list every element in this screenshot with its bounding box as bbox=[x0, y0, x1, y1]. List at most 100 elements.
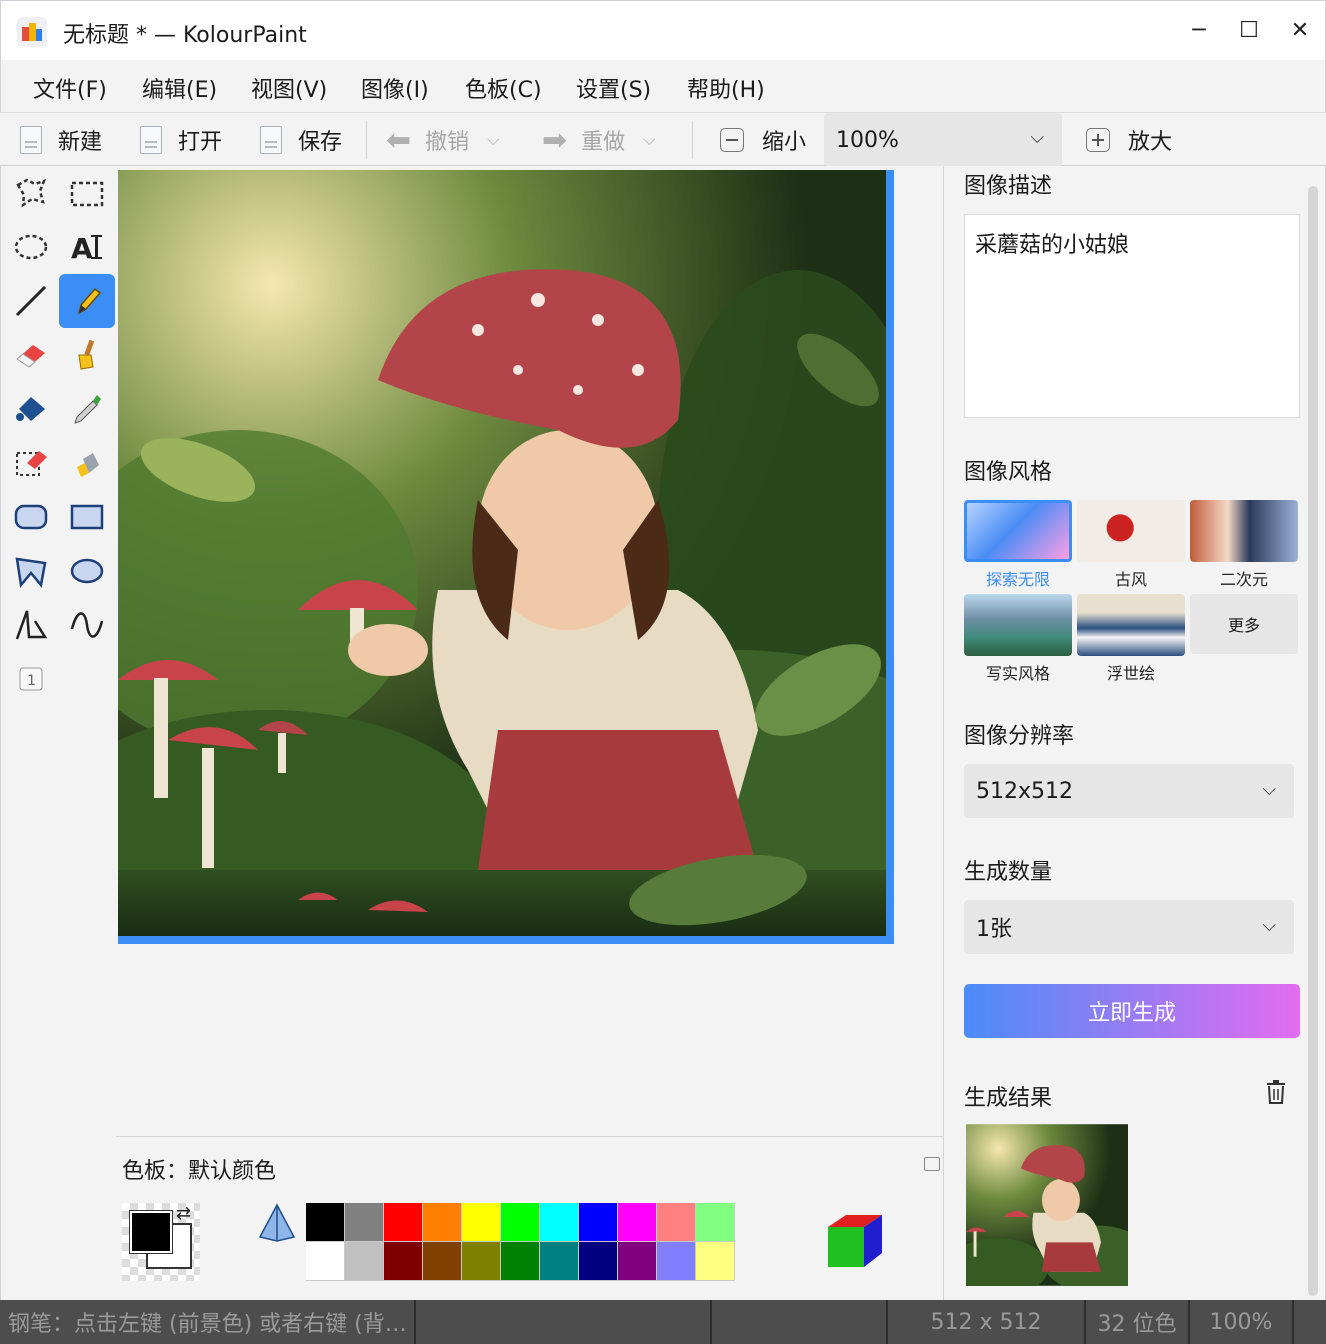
elliptical-selection-tool[interactable] bbox=[3, 220, 59, 274]
count-select[interactable]: 1张 ⌵ bbox=[964, 900, 1294, 954]
free-form-selection-tool[interactable] bbox=[3, 166, 59, 220]
redo-dropdown-icon[interactable]: ⌵ bbox=[643, 130, 655, 150]
menu-image[interactable]: 图像(I) bbox=[361, 72, 429, 104]
polygon-tool[interactable] bbox=[3, 544, 59, 598]
new-label: 新建 bbox=[58, 130, 103, 155]
color-swatch[interactable] bbox=[696, 1203, 735, 1242]
color-swatch[interactable] bbox=[501, 1242, 540, 1281]
color-swatch[interactable] bbox=[579, 1242, 618, 1281]
save-button[interactable]: 保存 bbox=[260, 113, 342, 167]
side-panel-scrollbar[interactable] bbox=[1308, 186, 1318, 1296]
trash-icon[interactable] bbox=[1266, 1080, 1286, 1108]
open-button[interactable]: 打开 bbox=[140, 113, 222, 167]
color-swatch[interactable] bbox=[306, 1242, 345, 1281]
undo-label: 撤销 bbox=[425, 130, 470, 155]
color-swatch[interactable] bbox=[618, 1203, 657, 1242]
color-fill-tool[interactable] bbox=[3, 382, 59, 436]
style-card-ukiyoe[interactable]: 浮世绘 bbox=[1077, 594, 1185, 684]
menu-file[interactable]: 文件(F) bbox=[33, 72, 107, 104]
generated-result-thumbnail[interactable] bbox=[966, 1124, 1128, 1286]
color-swatch[interactable] bbox=[345, 1242, 384, 1281]
zoom-level-select[interactable]: 100% ⌵ bbox=[824, 113, 1062, 167]
window-title: 无标题 * — KolourPaint bbox=[63, 23, 307, 48]
color-cube-icon[interactable] bbox=[824, 1211, 886, 1277]
menu-edit[interactable]: 编辑(E) bbox=[142, 72, 217, 104]
color-swatch[interactable] bbox=[384, 1203, 423, 1242]
dock-float-icon[interactable] bbox=[924, 1157, 940, 1171]
brush-tool[interactable] bbox=[59, 328, 115, 382]
color-swatch[interactable] bbox=[540, 1203, 579, 1242]
color-swatch[interactable] bbox=[462, 1242, 501, 1281]
line-tool[interactable] bbox=[3, 274, 59, 328]
eraser-tool[interactable] bbox=[3, 328, 59, 382]
more-styles-button[interactable]: 更多 bbox=[1190, 594, 1298, 654]
undo-button[interactable]: ⬅ 撤销 ⌵ bbox=[386, 113, 499, 167]
color-swatch[interactable] bbox=[384, 1242, 423, 1281]
rectangular-selection-tool[interactable] bbox=[59, 166, 115, 220]
spraycan-tool[interactable] bbox=[59, 436, 115, 490]
text-tool[interactable]: A bbox=[59, 220, 115, 274]
color-swatch[interactable] bbox=[501, 1203, 540, 1242]
color-swatch[interactable] bbox=[579, 1203, 618, 1242]
kolourpaint-app-icon[interactable] bbox=[17, 17, 47, 47]
palette-title: 色板：默认颜色 bbox=[122, 1159, 277, 1184]
minimize-button[interactable]: ─ bbox=[1177, 11, 1221, 51]
new-button[interactable]: 新建 bbox=[20, 113, 102, 167]
menu-view[interactable]: 视图(V) bbox=[251, 72, 327, 104]
zoom-in-icon bbox=[1086, 128, 1110, 152]
description-textarea[interactable]: 采蘑菇的小姑娘 bbox=[964, 214, 1300, 418]
connected-lines-tool[interactable] bbox=[3, 598, 59, 652]
foreground-color[interactable] bbox=[129, 1210, 173, 1254]
mushroom-girl-artwork bbox=[118, 170, 886, 936]
menu-help[interactable]: 帮助(H) bbox=[687, 72, 765, 104]
canvas-area[interactable] bbox=[116, 166, 944, 1136]
color-swatch[interactable] bbox=[306, 1203, 345, 1242]
color-swatch[interactable] bbox=[657, 1203, 696, 1242]
zoom-out-label: 缩小 bbox=[762, 130, 807, 155]
color-eraser-tool[interactable] bbox=[3, 436, 59, 490]
style-anime-thumbnail bbox=[1190, 500, 1298, 562]
menu-colors[interactable]: 色板(C) bbox=[465, 72, 542, 104]
redo-button[interactable]: ➡ 重做 ⌵ bbox=[542, 113, 655, 167]
status-color-depth: 32 位色 bbox=[1086, 1300, 1190, 1344]
foreground-background-color-box[interactable]: ⇄ bbox=[122, 1203, 200, 1281]
style-card-anime[interactable]: 二次元 bbox=[1190, 500, 1298, 590]
rounded-rectangle-tool[interactable] bbox=[3, 490, 59, 544]
color-swatch[interactable] bbox=[423, 1242, 462, 1281]
menu-settings[interactable]: 设置(S) bbox=[576, 72, 651, 104]
open-label: 打开 bbox=[178, 130, 223, 155]
undo-dropdown-icon[interactable]: ⌵ bbox=[487, 130, 499, 150]
close-button[interactable]: ✕ bbox=[1278, 11, 1322, 51]
color-swatch[interactable] bbox=[423, 1203, 462, 1242]
color-swatch[interactable] bbox=[540, 1242, 579, 1281]
style-card-ancient[interactable]: 古风 bbox=[1077, 500, 1185, 590]
transparent-color-icon[interactable] bbox=[258, 1203, 296, 1247]
tool-option-icon[interactable]: 1 bbox=[3, 652, 59, 706]
swap-colors-icon[interactable]: ⇄ bbox=[176, 1203, 191, 1224]
count-heading: 生成数量 bbox=[964, 860, 1053, 885]
curve-tool[interactable] bbox=[59, 598, 115, 652]
zoom-out-button[interactable]: 缩小 bbox=[720, 113, 806, 167]
new-document-icon bbox=[20, 126, 42, 154]
main-toolbar: 新建 打开 保存 ⬅ 撤销 ⌵ ➡ 重做 ⌵ 缩小 100% ⌵ 放大 bbox=[0, 112, 1326, 167]
status-zoom: 100% bbox=[1190, 1300, 1294, 1344]
color-swatch[interactable] bbox=[696, 1242, 735, 1281]
pen-tool[interactable] bbox=[59, 274, 115, 328]
count-value: 1张 bbox=[976, 917, 1012, 942]
rectangle-tool[interactable] bbox=[59, 490, 115, 544]
ellipse-tool[interactable] bbox=[59, 544, 115, 598]
color-swatch[interactable] bbox=[462, 1203, 501, 1242]
color-swatch[interactable] bbox=[345, 1203, 384, 1242]
style-card-explore[interactable]: 探索无限 bbox=[964, 500, 1072, 590]
zoom-in-button[interactable]: 放大 bbox=[1086, 113, 1172, 167]
color-picker-tool[interactable] bbox=[59, 382, 115, 436]
style-card-realistic[interactable]: 写实风格 bbox=[964, 594, 1072, 684]
maximize-button[interactable]: ☐ bbox=[1227, 11, 1271, 51]
resolution-value: 512x512 bbox=[976, 778, 1074, 804]
generate-button[interactable]: 立即生成 bbox=[964, 984, 1300, 1038]
chevron-down-icon: ⌵ bbox=[1262, 779, 1276, 800]
color-swatch[interactable] bbox=[657, 1242, 696, 1281]
color-swatch[interactable] bbox=[618, 1242, 657, 1281]
resolution-select[interactable]: 512x512 ⌵ bbox=[964, 764, 1294, 818]
image-canvas[interactable] bbox=[118, 170, 894, 944]
